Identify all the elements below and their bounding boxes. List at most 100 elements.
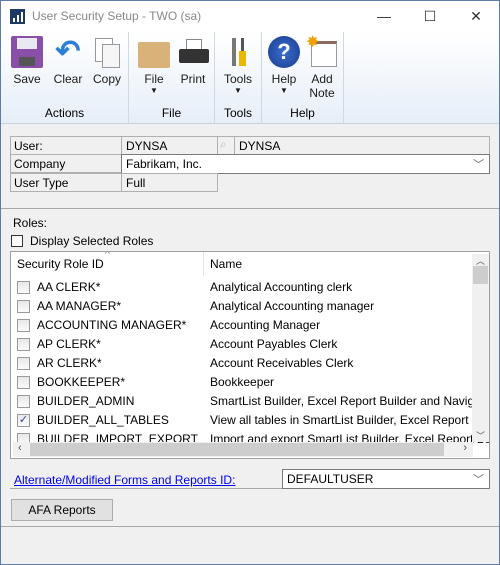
alternate-forms-dropdown[interactable]: DEFAULTUSER ﹀ [282,469,490,489]
roles-label: Roles: [13,216,48,230]
role-id: AA MANAGER* [37,299,122,313]
table-row[interactable]: ACCOUNTING MANAGER* Accounting Manager [11,316,471,335]
undo-arrow-icon: ↶ [55,35,81,68]
role-id: AA CLERK* [37,280,101,294]
title-bar: User Security Setup - TWO (sa) — ☐ ✕ [1,1,499,32]
role-name: Analytical Accounting clerk [210,280,353,294]
divider [1,526,499,527]
group-label-help: Help [290,106,315,120]
group-label-tools: Tools [223,106,252,120]
table-row[interactable]: AA CLERK* Analytical Accounting clerk [11,278,471,297]
role-id: AP CLERK* [37,337,101,351]
save-button[interactable]: Save [9,36,45,86]
role-id: AR CLERK* [37,356,102,370]
vertical-scrollbar[interactable]: ︿ ﹀ [472,254,489,442]
user-type-label: User Type [10,173,122,192]
dropdown-arrow-icon: ▼ [234,86,242,95]
role-name: Account Receivables Clerk [210,356,354,370]
window-title: User Security Setup - TWO (sa) [32,9,202,23]
scroll-right-icon[interactable]: › [463,442,467,454]
ribbon-group-actions: Save ↶ Clear Copy Actions [1,32,129,124]
printer-icon [177,36,209,68]
company-dropdown[interactable]: Fabrikam, Inc. ﹀ [121,154,490,174]
divider [1,208,499,209]
group-label-actions: Actions [44,106,85,120]
scroll-up-icon[interactable]: ︿ [472,254,489,266]
scroll-thumb[interactable] [473,266,488,284]
role-checkbox[interactable] [17,281,30,294]
scroll-left-icon[interactable]: ‹ [18,442,22,454]
question-icon: ? [268,36,300,68]
role-checkbox[interactable] [17,338,30,351]
afa-reports-button[interactable]: AFA Reports [11,499,113,521]
maximize-button[interactable]: ☐ [407,1,453,32]
sort-ascending-icon: ^ [105,251,110,260]
help-menu-button[interactable]: ? Help ▼ [266,36,302,96]
chevron-down-icon: ﹀ [473,474,484,486]
table-row[interactable]: AA MANAGER* Analytical Accounting manager [11,297,471,316]
ribbon: Save ↶ Clear Copy Actions File ▼ Print Fi… [1,32,499,124]
ribbon-group-tools: Tools ▼ Tools [215,32,262,124]
print-button[interactable]: Print [175,36,211,86]
role-name: View all tables in SmartList Builder, Ex… [210,413,490,427]
table-row[interactable]: AP CLERK* Account Payables Clerk [11,335,471,354]
group-label-file: File [161,106,182,120]
display-selected-roles-checkbox[interactable] [11,235,23,247]
dropdown-arrow-icon: ▼ [150,86,158,95]
role-checkbox[interactable] [17,300,30,313]
role-checkbox[interactable] [17,395,30,408]
role-id: BOOKKEEPER* [37,375,126,389]
minimize-button[interactable]: — [361,1,407,32]
user-type-field: Full [121,173,218,192]
column-header-name[interactable]: Name [204,252,472,276]
wrench-screwdriver-icon [222,36,254,68]
add-note-button[interactable]: ✸ Add Note [304,34,340,100]
role-checkbox[interactable]: ✓ [17,414,30,427]
role-id: ACCOUNTING MANAGER* [37,318,187,332]
user-label: User: [10,136,122,155]
company-value: Fabrikam, Inc. [126,157,203,171]
tools-menu-button[interactable]: Tools ▼ [221,36,255,96]
role-checkbox[interactable] [17,376,30,389]
role-checkbox[interactable] [17,357,30,370]
table-row[interactable]: BUILDER_ADMIN SmartList Builder, Excel Re… [11,392,489,411]
clear-button[interactable]: ↶ Clear [49,35,87,87]
horizontal-scrollbar[interactable]: ‹ › [13,442,473,457]
role-name: Bookkeeper [210,375,275,389]
dropdown-arrow-icon: ▼ [280,86,288,95]
copy-button[interactable]: Copy [89,36,125,86]
app-icon [10,9,25,24]
copy-documents-icon [91,36,123,68]
ribbon-group-file: File ▼ Print File [129,32,215,124]
display-selected-roles-label: Display Selected Roles [30,234,154,248]
role-checkbox[interactable] [17,319,30,332]
scroll-down-icon[interactable]: ﹀ [472,429,489,442]
role-name: Accounting Manager [210,318,321,332]
role-id: BUILDER_ADMIN [37,394,135,408]
user-name-field: DYNSA [234,136,490,155]
chevron-down-icon: ﹀ [473,159,484,171]
close-button[interactable]: ✕ [453,1,499,32]
role-name: Account Payables Clerk [210,337,338,351]
lookup-icon[interactable]: ⌕ [217,136,235,155]
file-menu-button[interactable]: File ▼ [137,36,171,96]
divider [10,488,282,489]
alternate-forms-link[interactable]: Alternate/Modified Forms and Reports ID: [14,473,235,487]
table-row[interactable]: BOOKKEEPER* Bookkeeper [11,373,471,392]
alternate-forms-value: DEFAULTUSER [287,472,374,486]
note-icon: ✸ [306,34,338,68]
ribbon-group-help: ? Help ▼ ✸ Add Note Help [262,32,344,124]
folder-icon [138,42,170,68]
role-name: Analytical Accounting manager [210,299,375,313]
role-name: SmartList Builder, Excel Report Builder … [210,394,490,408]
column-header-security-role-id[interactable]: Security Role ID ^ [11,252,204,276]
user-id-field[interactable]: DYNSA [121,136,218,155]
scroll-thumb[interactable] [30,443,444,456]
company-label: Company [10,154,122,173]
floppy-disk-icon [11,36,43,68]
roles-grid: Security Role ID ^ Name AA CLERK* Analytic… [10,251,490,459]
window: User Security Setup - TWO (sa) — ☐ ✕ Sav… [0,0,500,565]
role-id: BUILDER_ALL_TABLES [37,413,169,427]
table-row[interactable]: ✓ BUILDER_ALL_TABLES View all tables in Sm… [11,411,489,430]
table-row[interactable]: AR CLERK* Account Receivables Clerk [11,354,471,373]
